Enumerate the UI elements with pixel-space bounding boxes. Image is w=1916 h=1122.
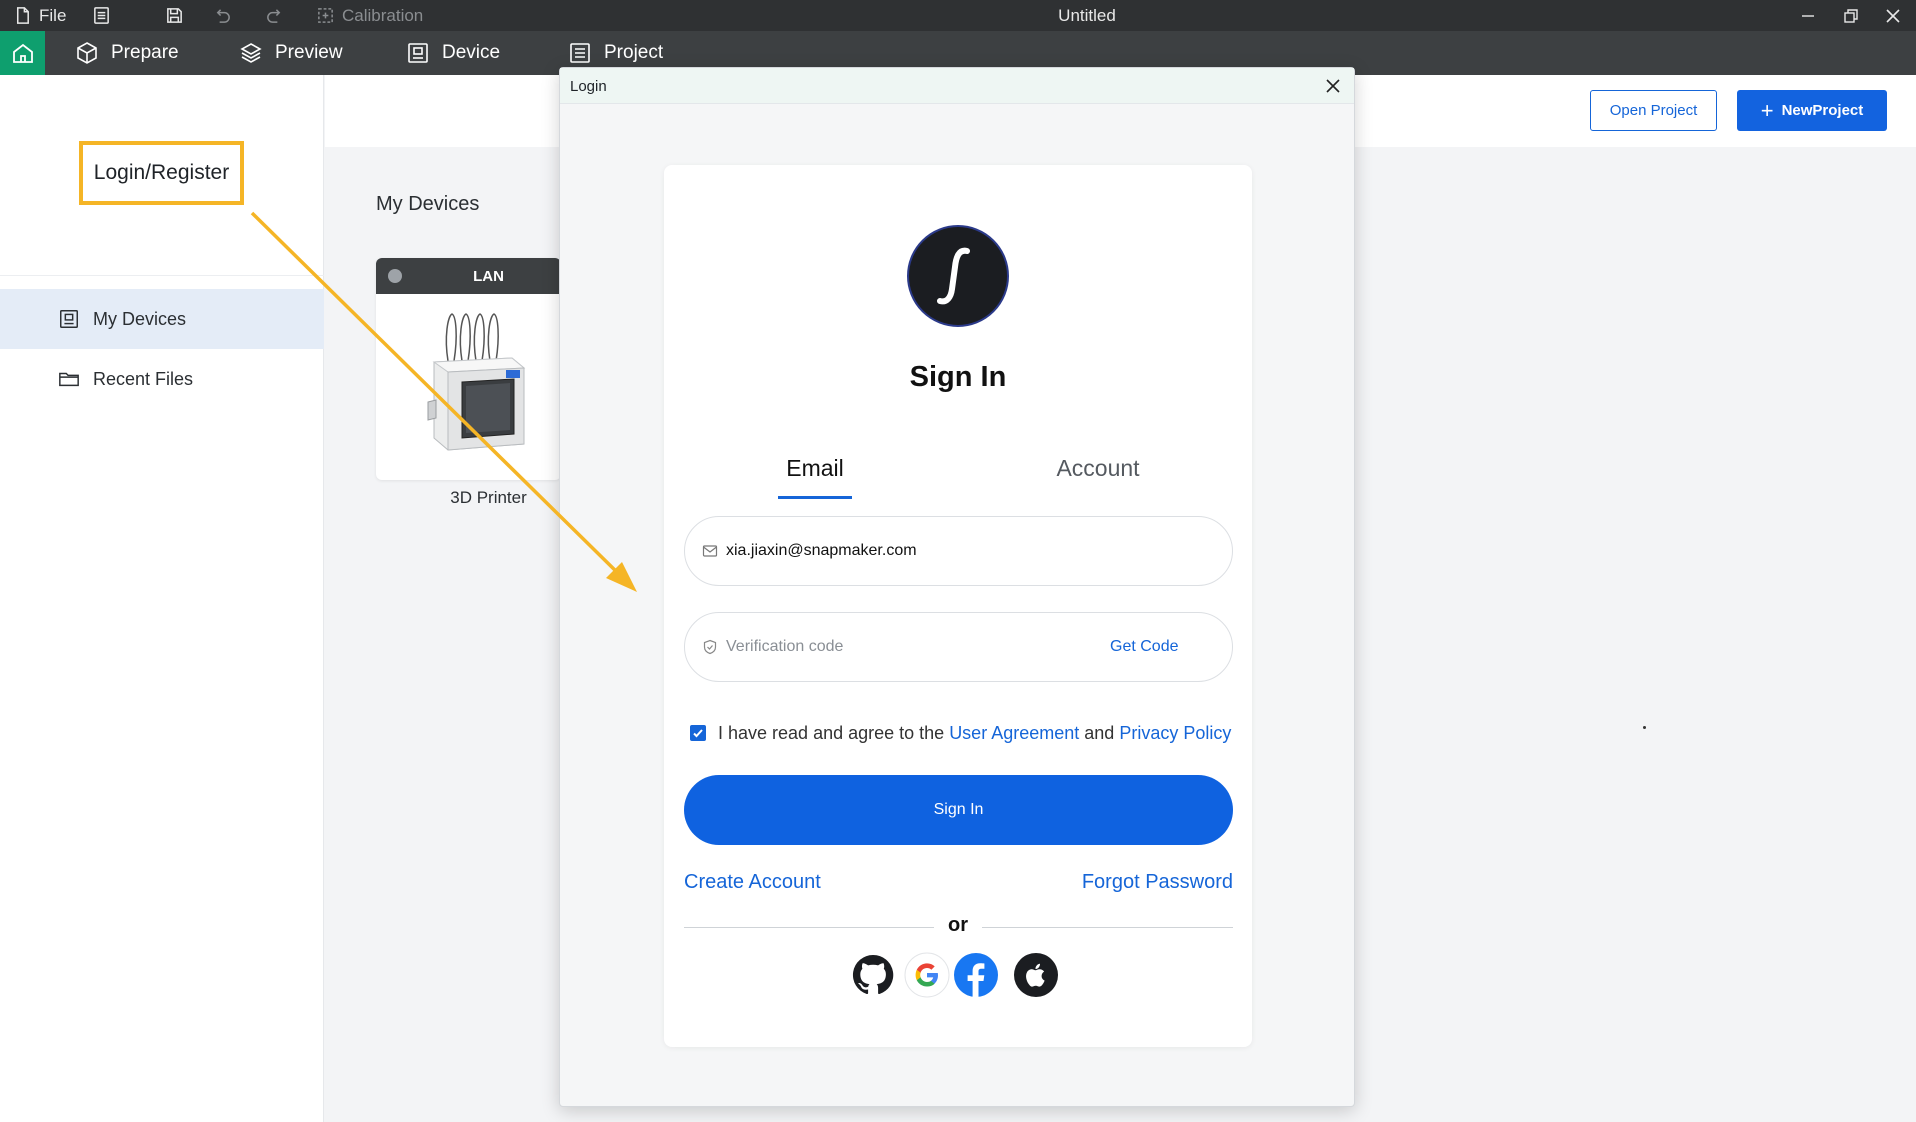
home-button[interactable] bbox=[0, 31, 45, 75]
sidebar: Login/Register My Devices Recent Files bbox=[0, 75, 324, 1122]
sidebar-divider bbox=[0, 275, 324, 276]
open-project-button[interactable]: Open Project bbox=[1590, 90, 1717, 131]
check-icon bbox=[693, 729, 703, 738]
window-title: Untitled bbox=[1058, 5, 1116, 25]
tab-account[interactable]: Account bbox=[1048, 455, 1148, 499]
tab-device[interactable]: Device bbox=[406, 31, 500, 75]
dialog-title: Login bbox=[570, 77, 607, 95]
divider-left bbox=[684, 927, 934, 928]
sidebar-item-label: Recent Files bbox=[93, 368, 194, 389]
agreement-and: and bbox=[1084, 722, 1115, 743]
tab-email[interactable]: Email bbox=[778, 455, 852, 499]
stray-dot bbox=[1643, 726, 1646, 729]
logo-icon bbox=[937, 247, 970, 305]
verification-code-input[interactable] bbox=[726, 638, 1106, 656]
github-login-button[interactable] bbox=[850, 952, 896, 998]
facebook-icon bbox=[954, 953, 998, 997]
mail-icon bbox=[702, 545, 718, 557]
privacy-policy-link[interactable]: Privacy Policy bbox=[1119, 723, 1231, 743]
sign-in-card: Sign In Email Account xia.jiaxin@snapmak… bbox=[664, 165, 1252, 1047]
email-value: xia.jiaxin@snapmaker.com bbox=[726, 542, 917, 559]
facebook-login-button[interactable] bbox=[910, 952, 956, 998]
plus-icon: + bbox=[1760, 97, 1774, 123]
github-icon bbox=[851, 953, 895, 997]
close-icon bbox=[1326, 79, 1340, 93]
divider-right bbox=[982, 927, 1233, 928]
device-icon bbox=[60, 310, 78, 328]
layers-icon bbox=[240, 43, 262, 63]
device-card-header: LAN bbox=[376, 258, 561, 294]
tab-project-label: Project bbox=[604, 42, 664, 63]
close-window-button[interactable] bbox=[1878, 0, 1908, 31]
tab-preview[interactable]: Preview bbox=[239, 31, 343, 75]
sidebar-item-label: My Devices bbox=[93, 308, 187, 329]
sign-in-button[interactable]: Sign In bbox=[684, 775, 1233, 845]
restore-button[interactable] bbox=[1836, 0, 1866, 31]
login-register-link[interactable]: Login/Register bbox=[79, 141, 244, 205]
apple-login-button[interactable] bbox=[1013, 952, 1059, 998]
tab-preview-label: Preview bbox=[275, 42, 343, 63]
printer-image bbox=[427, 313, 526, 451]
facebook-button[interactable] bbox=[953, 952, 999, 998]
app-logo bbox=[907, 225, 1009, 327]
agreement-text: I have read and agree to the User Agreem… bbox=[718, 723, 1231, 744]
tab-device-label: Device bbox=[442, 42, 501, 63]
cube-icon bbox=[77, 42, 97, 64]
device-icon bbox=[408, 43, 428, 63]
agreement-row: I have read and agree to the User Agreem… bbox=[690, 718, 1231, 748]
home-icon bbox=[12, 43, 33, 63]
shield-icon bbox=[703, 639, 717, 655]
section-title: My Devices bbox=[376, 193, 480, 215]
or-label: or bbox=[948, 914, 968, 936]
title-bar: File Calibration Untitled bbox=[0, 0, 1916, 31]
apple-icon bbox=[1014, 953, 1058, 997]
tab-prepare[interactable]: Prepare bbox=[75, 31, 179, 75]
sign-in-heading: Sign In bbox=[909, 361, 1007, 393]
dialog-close-button[interactable] bbox=[1322, 75, 1344, 97]
agreement-prefix: I have read and agree to the bbox=[718, 722, 945, 743]
login-dialog: Login Sign In Email Account xia.jiaxin@s… bbox=[559, 67, 1355, 1107]
sidebar-item-my-devices[interactable]: My Devices bbox=[0, 289, 324, 349]
restore-icon bbox=[1844, 8, 1858, 23]
user-agreement-link[interactable]: User Agreement bbox=[949, 723, 1079, 743]
device-card[interactable]: LAN bbox=[376, 258, 561, 480]
get-code-button[interactable]: Get Code bbox=[1110, 631, 1178, 663]
email-field[interactable]: xia.jiaxin@snapmaker.com bbox=[684, 516, 1233, 586]
close-icon bbox=[1886, 8, 1900, 23]
project-icon bbox=[570, 43, 590, 63]
minimize-icon bbox=[1802, 14, 1814, 17]
agreement-checkbox[interactable] bbox=[690, 725, 706, 741]
tab-prepare-label: Prepare bbox=[111, 42, 179, 63]
new-project-label: NewProject bbox=[1781, 102, 1864, 119]
create-account-link[interactable]: Create Account bbox=[684, 871, 821, 894]
folder-icon bbox=[59, 372, 79, 387]
sidebar-item-recent-files[interactable]: Recent Files bbox=[0, 349, 324, 409]
minimize-button[interactable] bbox=[1793, 0, 1823, 31]
connection-badge: LAN bbox=[473, 267, 504, 285]
dialog-header: Login bbox=[560, 68, 1354, 104]
new-project-button[interactable]: + NewProject bbox=[1737, 90, 1887, 131]
forgot-password-link[interactable]: Forgot Password bbox=[1049, 871, 1233, 894]
